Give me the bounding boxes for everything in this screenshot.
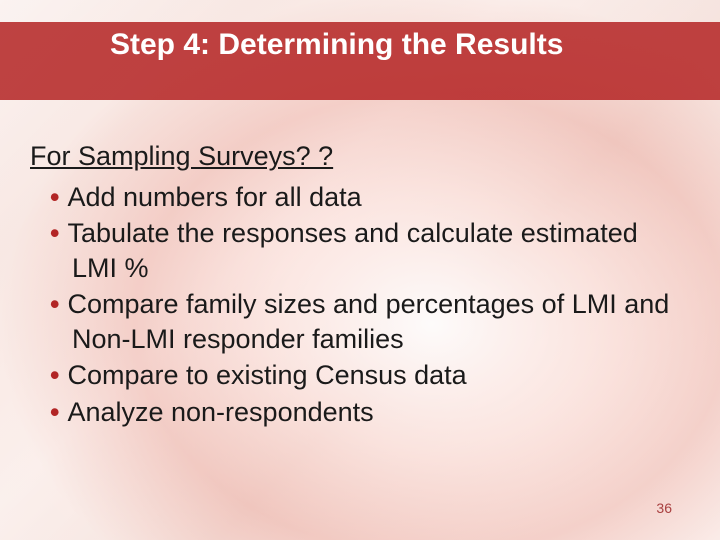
list-item: •Compare to existing Census data — [30, 358, 680, 393]
title-band: Step 4: Determining the Results — [0, 22, 720, 100]
bullet-icon: • — [50, 289, 67, 319]
bullet-text: Add numbers for all data — [67, 182, 361, 212]
list-item: •Tabulate the responses and calculate es… — [30, 216, 680, 285]
bullet-list: •Add numbers for all data •Tabulate the … — [30, 180, 680, 430]
bullet-text: Compare family sizes and percentages of … — [67, 289, 669, 354]
bullet-text: Analyze non-respondents — [67, 397, 373, 427]
bullet-icon: • — [50, 397, 67, 427]
section-subhead: For Sampling Surveys? ? — [30, 140, 680, 174]
list-item: •Analyze non-respondents — [30, 395, 680, 430]
list-item: •Add numbers for all data — [30, 180, 680, 215]
bullet-icon: • — [50, 360, 67, 390]
slide-body: For Sampling Surveys? ? •Add numbers for… — [30, 140, 680, 432]
slide: Step 4: Determining the Results For Samp… — [0, 0, 720, 540]
bullet-icon: • — [50, 182, 67, 212]
bullet-text: Compare to existing Census data — [67, 360, 466, 390]
bullet-text: Tabulate the responses and calculate est… — [67, 218, 637, 283]
slide-title: Step 4: Determining the Results — [110, 28, 563, 63]
bullet-icon: • — [50, 218, 67, 248]
list-item: •Compare family sizes and percentages of… — [30, 287, 680, 356]
page-number: 36 — [656, 500, 672, 516]
